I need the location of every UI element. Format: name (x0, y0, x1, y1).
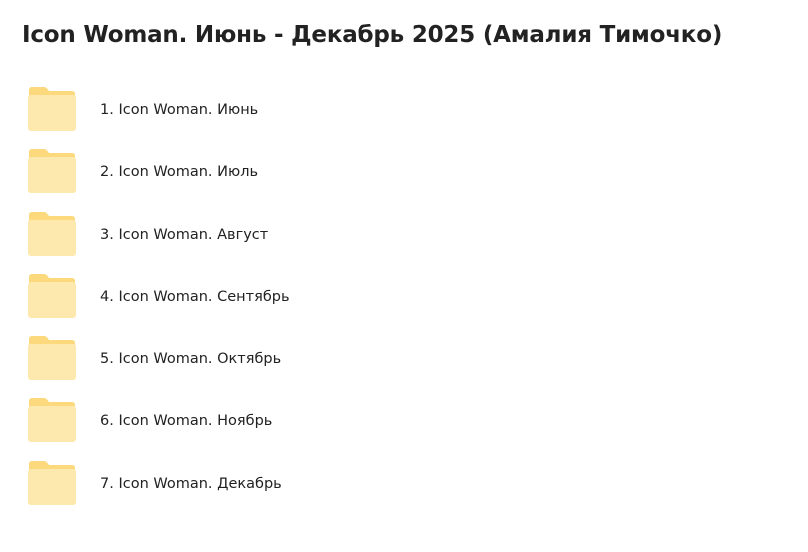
folder-item[interactable]: 3. Icon Woman. Август (0, 205, 808, 267)
folder-item[interactable]: 4. Icon Woman. Сентябрь (0, 267, 808, 329)
folder-list: 1. Icon Woman. Июнь 2. Icon Woman. Июль 3.… (0, 80, 808, 516)
folder-icon (27, 460, 77, 506)
folder-icon (27, 335, 77, 381)
folder-icon (27, 148, 77, 194)
folder-item[interactable]: 7. Icon Woman. Декабрь (0, 454, 808, 516)
folder-icon (27, 86, 77, 132)
folder-item[interactable]: 5. Icon Woman. Октябрь (0, 329, 808, 391)
folder-icon (27, 397, 77, 443)
folder-item[interactable]: 2. Icon Woman. Июль (0, 142, 808, 204)
folder-name: 5. Icon Woman. Октябрь (100, 351, 282, 368)
folder-name: 7. Icon Woman. Декабрь (100, 475, 282, 492)
folder-item[interactable]: 1. Icon Woman. Июнь (0, 80, 808, 142)
page-title: Icon Woman. Июнь - Декабрь 2025 (Амалия … (22, 22, 723, 48)
folder-name: 4. Icon Woman. Сентябрь (100, 288, 290, 305)
folder-name: 3. Icon Woman. Август (100, 226, 269, 243)
folder-name: 2. Icon Woman. Июль (100, 164, 259, 181)
folder-item[interactable]: 6. Icon Woman. Ноябрь (0, 391, 808, 453)
folder-icon (27, 211, 77, 257)
folder-icon (27, 273, 77, 319)
folder-name: 6. Icon Woman. Ноябрь (100, 413, 273, 430)
folder-name: 1. Icon Woman. Июнь (100, 102, 259, 118)
